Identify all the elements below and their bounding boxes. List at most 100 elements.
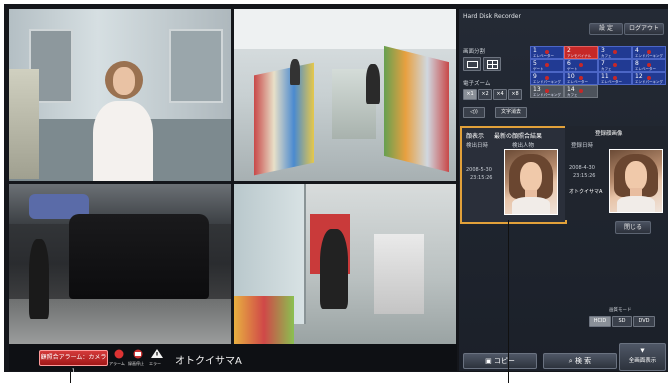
shelf-left <box>254 62 314 176</box>
registered-face-image[interactable] <box>609 149 663 213</box>
face-display-tab[interactable]: 顔表示 <box>466 131 484 140</box>
camera-select-5[interactable]: 5 ゲート <box>530 59 564 72</box>
recording-stop-icon[interactable] <box>131 348 145 359</box>
audio-button[interactable]: ◁)) <box>463 107 485 118</box>
camera-select-9[interactable]: 9 エンドパーキング <box>530 72 564 85</box>
person-face <box>113 67 135 95</box>
warning-icon-label: エラー <box>149 361 161 366</box>
camera-select-6[interactable]: 6 ゲート <box>564 59 598 72</box>
copy-machine <box>374 234 424 314</box>
screen-split-label: 画面分割 <box>463 49 486 55</box>
app-title: Hard Disk Recorder <box>463 13 521 20</box>
quality-dvd-button[interactable]: DVD <box>633 316 655 327</box>
recording-dot-icon <box>579 89 583 93</box>
camera-number: 6 <box>567 60 571 67</box>
latest-match-title: 最新の顔照合結果 <box>494 133 543 140</box>
digital-zoom-label: 電子ズーム <box>463 81 491 87</box>
van <box>69 214 209 299</box>
recorder-screen: 顧照合アラーム：カメラ1 アラーム 録画停止 エラー オトクイサマA Hard … <box>4 4 668 375</box>
zoom-x4-button[interactable]: ×4 <box>493 89 507 100</box>
fullscreen-label: 全画面表示 <box>628 358 657 364</box>
single-screen-button[interactable] <box>463 57 481 71</box>
camera-name: エレベーター <box>601 80 622 84</box>
fullscreen-icon: ▼ <box>640 348 645 354</box>
camera-select-2[interactable]: 2 アンモバイナル <box>564 46 598 59</box>
shopper <box>290 59 300 85</box>
ceiling <box>234 9 456 49</box>
recording-dot-icon <box>545 63 549 67</box>
camera-view-3[interactable] <box>9 184 231 344</box>
zoom-x1-button[interactable]: ×1 <box>463 89 477 100</box>
zoom-x8-button[interactable]: ×8 <box>508 89 522 100</box>
camera-number: 4 <box>635 47 639 54</box>
quality-sd-button[interactable]: SD <box>612 316 632 327</box>
shopper <box>366 64 380 104</box>
camera-number: 13 <box>533 86 541 93</box>
zoom-x2-button[interactable]: ×2 <box>478 89 492 100</box>
camera-view-4[interactable] <box>234 184 456 344</box>
registered-date-header: 登録日時 <box>571 143 594 149</box>
detected-person-header: 検出人物 <box>512 143 535 149</box>
camera-select-4[interactable]: 4 エンドパーキング <box>632 46 666 59</box>
copy-icon: ▣ <box>485 357 494 365</box>
person-silhouette <box>29 239 49 319</box>
registered-face-header: 登録顔画像 <box>595 131 623 137</box>
camera-view-1[interactable] <box>9 9 231 181</box>
warning-icon[interactable] <box>150 348 164 359</box>
camera-select-3[interactable]: 3 カフェ <box>598 46 632 59</box>
callout-line <box>70 372 71 383</box>
shelf-right <box>384 45 449 173</box>
camera-number: 9 <box>533 73 537 80</box>
camera-name: カフェ <box>567 93 578 97</box>
alarm-icon-label: アラーム <box>109 361 125 366</box>
status-bar: 顧照合アラーム：カメラ1 アラーム 録画停止 エラー オトクイサマA <box>9 344 457 375</box>
camera-select-11[interactable]: 11 エレベーター <box>598 72 632 85</box>
camera-name: エンドパーキング <box>533 93 561 97</box>
camera-view-2[interactable] <box>234 9 456 181</box>
search-button[interactable]: ⌕ 検 索 <box>543 353 617 369</box>
camera-select-12[interactable]: 12 エンドパーキング <box>632 72 666 85</box>
settings-button[interactable]: 設 定 <box>589 23 623 35</box>
camera-select-1[interactable]: 1 エレベーター <box>530 46 564 59</box>
recognized-person-name: オトクイサマA <box>175 356 242 367</box>
registered-date: 2008-4-30 <box>569 165 595 171</box>
shopper <box>320 229 348 309</box>
quad-screen-button[interactable] <box>483 57 501 71</box>
snack-shelf <box>234 296 294 344</box>
camera-number: 14 <box>567 86 575 93</box>
face-alarm-button[interactable]: 顧照合アラーム：カメラ1 <box>39 350 108 375</box>
callout-line <box>508 220 509 383</box>
detect-time-header: 検出日時 <box>466 143 489 149</box>
quality-mode-label: 画質モード <box>609 308 632 313</box>
recording-dot-icon <box>579 63 583 67</box>
person-body <box>93 101 153 181</box>
face-detection-panel: 顔表示 最新の顔照合結果 検出日時 検出人物 2008-5-30 23:15:2… <box>460 126 567 224</box>
camera-number: 7 <box>601 60 605 67</box>
registered-time: 23:15:26 <box>573 173 596 179</box>
detected-face-image[interactable] <box>504 149 558 215</box>
detect-date: 2008-5-30 <box>466 167 492 173</box>
camera-select-10[interactable]: 10 エレベーター <box>564 72 598 85</box>
camera-select-13[interactable]: 13 エンドパーキング <box>530 85 564 98</box>
recording-stop-icon-label: 録画停止 <box>128 361 144 366</box>
logout-button[interactable]: ログアウト <box>624 23 664 35</box>
quality-hcid-button[interactable]: HCID <box>589 316 611 327</box>
camera-number: 11 <box>601 73 609 80</box>
camera-number: 8 <box>635 60 639 67</box>
search-label: 検 索 <box>574 357 592 365</box>
fullscreen-button[interactable]: ▼ 全画面表示 <box>619 343 666 371</box>
camera-number: 1 <box>533 47 537 54</box>
recording-dot-icon <box>613 63 617 67</box>
camera-number: 2 <box>567 47 571 54</box>
camera-select-14[interactable]: 14 カフェ <box>564 85 598 98</box>
copy-button[interactable]: ▣ コピー <box>463 353 537 369</box>
camera-select-7[interactable]: 7 カフェ <box>598 59 632 72</box>
detect-time: 23:15:26 <box>470 175 493 181</box>
control-panel: Hard Disk Recorder 設 定 ログアウト 画面分割 電子ズーム … <box>459 9 668 371</box>
camera-number: 3 <box>601 47 605 54</box>
alarm-icon[interactable] <box>112 348 126 359</box>
clear-text-button[interactable]: 文字消去 <box>495 107 527 118</box>
window-frame <box>169 29 223 103</box>
camera-select-8[interactable]: 8 エレベーター <box>632 59 666 72</box>
close-button[interactable]: 閉じる <box>615 221 651 234</box>
